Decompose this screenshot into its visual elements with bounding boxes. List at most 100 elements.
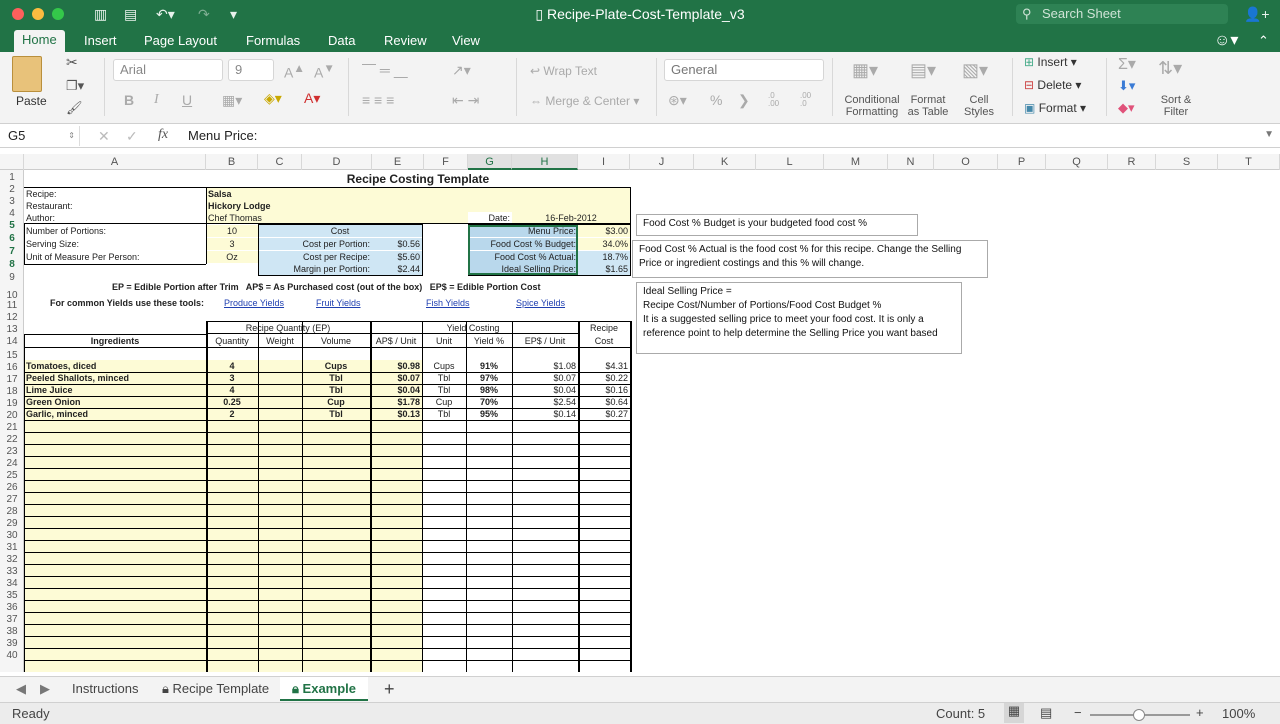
ingredient-volume-cell[interactable]: Tbl: [302, 372, 370, 384]
ingredient-yield-pct-cell[interactable]: 98%: [466, 384, 512, 396]
empty-cell[interactable]: [302, 564, 370, 576]
empty-cell[interactable]: [24, 540, 206, 552]
ingredient-recipe-cost-cell[interactable]: $0.27: [578, 408, 630, 420]
empty-cell[interactable]: [578, 612, 630, 624]
empty-cell[interactable]: [466, 552, 512, 564]
empty-cell[interactable]: [24, 504, 206, 516]
ingredient-quantity-cell[interactable]: 4: [206, 360, 258, 372]
bold-button[interactable]: B: [124, 92, 134, 108]
row-header[interactable]: 17: [0, 374, 23, 386]
recipe-cost-header-top[interactable]: Recipe: [578, 322, 630, 334]
empty-cell[interactable]: [422, 600, 466, 612]
fish-yields-link[interactable]: Fish Yields: [424, 297, 494, 309]
row-header[interactable]: 3: [0, 196, 23, 208]
fill-icon[interactable]: ⬇▾: [1118, 78, 1135, 94]
expand-formula-bar-icon[interactable]: ▼: [1264, 129, 1274, 140]
empty-cell[interactable]: [578, 576, 630, 588]
empty-cell[interactable]: [422, 636, 466, 648]
column-header-c[interactable]: C: [258, 154, 302, 170]
column-header-g[interactable]: G: [468, 154, 512, 170]
ingredient-recipe-cost-cell[interactable]: $0.16: [578, 384, 630, 396]
empty-cell[interactable]: [422, 624, 466, 636]
empty-cell[interactable]: [422, 564, 466, 576]
column-header-p[interactable]: P: [998, 154, 1046, 170]
column-header-o[interactable]: O: [934, 154, 998, 170]
ingredient-volume-cell[interactable]: Cup: [302, 396, 370, 408]
empty-cell[interactable]: [422, 612, 466, 624]
empty-cell[interactable]: [422, 588, 466, 600]
empty-cell[interactable]: [206, 456, 258, 468]
empty-cell[interactable]: [24, 600, 206, 612]
sort-filter-icon[interactable]: ⇅▾: [1158, 58, 1182, 79]
empty-cell[interactable]: [258, 636, 302, 648]
empty-cell[interactable]: [370, 612, 422, 624]
empty-cell[interactable]: [370, 456, 422, 468]
empty-cell[interactable]: [466, 564, 512, 576]
tab-insert[interactable]: Insert: [76, 32, 125, 52]
ingredient-ep-per-unit-cell[interactable]: $0.07: [512, 372, 578, 384]
ingredient-quantity-cell[interactable]: 0.25: [206, 396, 258, 408]
empty-cell[interactable]: [422, 576, 466, 588]
empty-cell[interactable]: [206, 600, 258, 612]
food-cost-budget-value[interactable]: 34.0%: [578, 238, 630, 250]
ingredient-weight-cell[interactable]: [258, 408, 302, 420]
decrease-decimal-button[interactable]: .00 .0: [800, 92, 811, 108]
tab-view[interactable]: View: [444, 32, 488, 52]
empty-cell[interactable]: [370, 432, 422, 444]
empty-cell[interactable]: [578, 648, 630, 660]
insert-function-button[interactable]: fx: [158, 127, 168, 143]
empty-cell[interactable]: [258, 552, 302, 564]
empty-cell[interactable]: [370, 444, 422, 456]
empty-cell[interactable]: [302, 624, 370, 636]
header-recipe-cost[interactable]: Cost: [578, 335, 630, 347]
row-header[interactable]: 14: [0, 336, 23, 348]
row-header[interactable]: 7: [0, 246, 23, 258]
empty-cell[interactable]: [206, 660, 258, 672]
header-unit[interactable]: Unit: [422, 335, 466, 347]
empty-cell[interactable]: [466, 504, 512, 516]
column-header-d[interactable]: D: [302, 154, 372, 170]
empty-cell[interactable]: [578, 432, 630, 444]
empty-cell[interactable]: [370, 660, 422, 672]
empty-cell[interactable]: [422, 516, 466, 528]
empty-cell[interactable]: [302, 600, 370, 612]
number-format-select[interactable]: General: [664, 59, 824, 81]
empty-cell[interactable]: [206, 576, 258, 588]
paste-button[interactable]: Paste: [16, 94, 47, 108]
page-layout-view-icon[interactable]: ▤: [1040, 705, 1052, 721]
row-header[interactable]: 33: [0, 566, 23, 578]
empty-cell[interactable]: [302, 576, 370, 588]
select-all-corner[interactable]: [0, 154, 24, 170]
row-header[interactable]: 39: [0, 638, 23, 650]
ingredient-ep-per-unit-cell[interactable]: $0.14: [512, 408, 578, 420]
empty-cell[interactable]: [370, 600, 422, 612]
conditional-formatting-button[interactable]: Conditional Formatting: [842, 94, 902, 118]
ingredient-volume-cell[interactable]: Cups: [302, 360, 370, 372]
row-header[interactable]: 4: [0, 208, 23, 220]
zoom-out-button[interactable]: −: [1074, 705, 1082, 720]
empty-cell[interactable]: [466, 444, 512, 456]
empty-cell[interactable]: [302, 588, 370, 600]
empty-cell[interactable]: [206, 540, 258, 552]
empty-cell[interactable]: [24, 648, 206, 660]
empty-cell[interactable]: [258, 456, 302, 468]
column-header-b[interactable]: B: [206, 154, 258, 170]
row-header[interactable]: 27: [0, 494, 23, 506]
row-header[interactable]: 15: [0, 350, 23, 362]
underline-button[interactable]: U: [182, 92, 192, 108]
empty-cell[interactable]: [206, 552, 258, 564]
ingredient-ap-per-unit-cell[interactable]: $0.07: [370, 372, 422, 384]
row-header[interactable]: 38: [0, 626, 23, 638]
ingredient-yield-pct-cell[interactable]: 95%: [466, 408, 512, 420]
empty-cell[interactable]: [512, 528, 578, 540]
empty-cell[interactable]: [302, 660, 370, 672]
recipe-label[interactable]: Recipe:: [24, 188, 206, 200]
empty-cell[interactable]: [206, 444, 258, 456]
empty-cell[interactable]: [206, 612, 258, 624]
empty-cell[interactable]: [206, 624, 258, 636]
row-header[interactable]: 40: [0, 650, 23, 662]
ingredient-volume-cell[interactable]: Tbl: [302, 408, 370, 420]
empty-cell[interactable]: [422, 528, 466, 540]
empty-cell[interactable]: [578, 600, 630, 612]
conditional-formatting-icon[interactable]: ▦▾: [852, 60, 878, 81]
